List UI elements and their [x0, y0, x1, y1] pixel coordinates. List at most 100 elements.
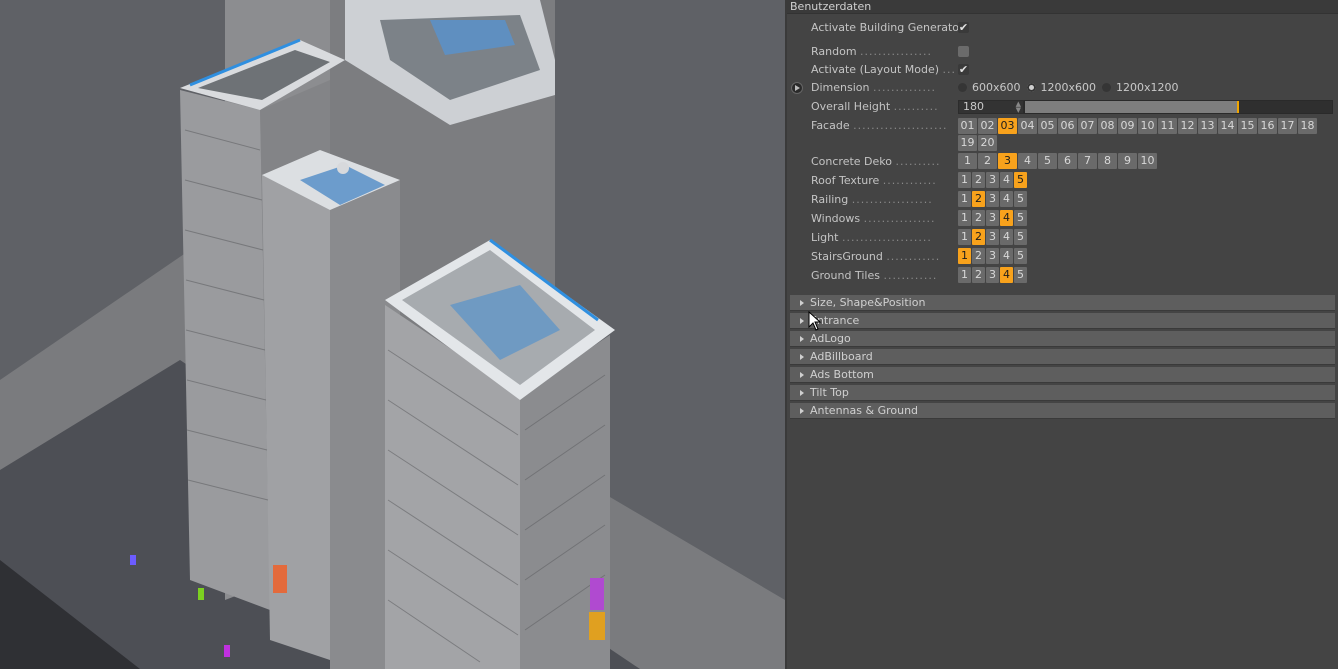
label-activate-layout-mode: Activate (Layout Mode) ....	[811, 63, 956, 76]
windows-option-3[interactable]: 3	[986, 210, 999, 226]
facade-option-08[interactable]: 08	[1098, 118, 1117, 134]
dimension-radio-1200x1200[interactable]	[1102, 83, 1112, 92]
stairs-ground-option-4[interactable]: 4	[1000, 248, 1013, 264]
overall-height-input[interactable]: 180 ▲ ▼	[958, 99, 1024, 114]
facade-option-19[interactable]: 19	[958, 135, 977, 151]
facade-option-11[interactable]: 11	[1158, 118, 1177, 134]
concrete-deko-option-4[interactable]: 4	[1018, 153, 1037, 169]
label-random: Random ................	[811, 45, 932, 58]
expand-triangle-icon[interactable]	[800, 389, 804, 396]
group-header-label: Tilt Top	[810, 386, 849, 399]
facade-option-05[interactable]: 05	[1038, 118, 1057, 134]
dimension-option-label[interactable]: 1200x1200	[1116, 81, 1179, 94]
overall-height-value: 180	[963, 100, 984, 113]
concrete-deko-option-7[interactable]: 7	[1078, 153, 1097, 169]
roof-texture-option-2[interactable]: 2	[972, 172, 985, 188]
light-option-4[interactable]: 4	[1000, 229, 1013, 245]
facade-option-17[interactable]: 17	[1278, 118, 1297, 134]
windows-option-1[interactable]: 1	[958, 210, 971, 226]
group-header[interactable]: Antennas & Ground	[790, 403, 1335, 419]
facade-option-06[interactable]: 06	[1058, 118, 1077, 134]
stairs-ground-option-5[interactable]: 5	[1014, 248, 1027, 264]
expand-triangle-icon[interactable]	[800, 317, 804, 324]
roof-texture-option-3[interactable]: 3	[986, 172, 999, 188]
facade-option-16[interactable]: 16	[1258, 118, 1277, 134]
facade-option-03[interactable]: 03	[998, 118, 1017, 134]
neon-sign-yellow	[589, 612, 605, 640]
facade-option-13[interactable]: 13	[1198, 118, 1217, 134]
facade-option-20[interactable]: 20	[978, 135, 997, 151]
random-checkbox[interactable]	[958, 46, 969, 57]
roof-texture-option-1[interactable]: 1	[958, 172, 971, 188]
light-option-5[interactable]: 5	[1014, 229, 1027, 245]
concrete-deko-option-5[interactable]: 5	[1038, 153, 1057, 169]
activate-layout-mode-checkbox[interactable]: ✔	[958, 64, 969, 75]
facade-option-10[interactable]: 10	[1138, 118, 1157, 134]
ground-tiles-option-1[interactable]: 1	[958, 267, 971, 283]
expand-triangle-icon[interactable]	[800, 371, 804, 378]
windows-option-4[interactable]: 4	[1000, 210, 1013, 226]
concrete-deko-option-1[interactable]: 1	[958, 153, 977, 169]
facade-option-01[interactable]: 01	[958, 118, 977, 134]
expand-triangle-icon[interactable]	[800, 407, 804, 414]
overall-height-slider[interactable]	[1024, 99, 1333, 114]
facade-option-04[interactable]: 04	[1018, 118, 1037, 134]
stairs-ground-option-1[interactable]: 1	[958, 248, 971, 264]
label-dimension: Dimension ..............	[811, 81, 936, 94]
stairs-ground-option-2[interactable]: 2	[972, 248, 985, 264]
expand-triangle-icon[interactable]	[800, 335, 804, 342]
spinner-arrows-icon[interactable]: ▲ ▼	[1016, 100, 1023, 113]
facade-option-12[interactable]: 12	[1178, 118, 1197, 134]
group-header-label: Antennas & Ground	[810, 404, 919, 417]
windows-option-2[interactable]: 2	[972, 210, 985, 226]
windows-option-5[interactable]: 5	[1014, 210, 1027, 226]
railing-option-3[interactable]: 3	[986, 191, 999, 207]
facade-option-14[interactable]: 14	[1218, 118, 1237, 134]
roof-texture-option-4[interactable]: 4	[1000, 172, 1013, 188]
concrete-deko-option-9[interactable]: 9	[1118, 153, 1137, 169]
dimension-radio-600x600[interactable]	[958, 83, 967, 92]
dimension-option-label[interactable]: 1200x600	[1041, 81, 1097, 94]
concrete-deko-option-3[interactable]: 3	[998, 153, 1017, 169]
light-button-group: 12345	[958, 229, 1028, 246]
railing-option-4[interactable]: 4	[1000, 191, 1013, 207]
ground-tiles-option-4[interactable]: 4	[1000, 267, 1013, 283]
group-header[interactable]: Ads Bottom	[790, 367, 1335, 383]
dimension-radio-1200x600[interactable]	[1026, 83, 1036, 92]
concrete-deko-option-10[interactable]: 10	[1138, 153, 1157, 169]
group-header[interactable]: Entrance	[790, 313, 1335, 329]
roof-texture-option-5[interactable]: 5	[1014, 172, 1027, 188]
ground-tiles-option-3[interactable]: 3	[986, 267, 999, 283]
facade-option-07[interactable]: 07	[1078, 118, 1097, 134]
keyframe-toggle-icon[interactable]	[791, 81, 803, 94]
facade-option-02[interactable]: 02	[978, 118, 997, 134]
street-sign	[130, 555, 136, 565]
concrete-deko-option-8[interactable]: 8	[1098, 153, 1117, 169]
dimension-option-label[interactable]: 600x600	[972, 81, 1021, 94]
row-dimension: Dimension .............. 600x600 1200x600…	[787, 79, 1338, 96]
railing-option-5[interactable]: 5	[1014, 191, 1027, 207]
3d-viewport[interactable]	[0, 0, 785, 669]
facade-option-18[interactable]: 18	[1298, 118, 1317, 134]
group-header[interactable]: AdLogo	[790, 331, 1335, 347]
ground-tiles-option-2[interactable]: 2	[972, 267, 985, 283]
slider-handle[interactable]	[1236, 100, 1239, 113]
expand-triangle-icon[interactable]	[800, 353, 804, 360]
concrete-deko-option-6[interactable]: 6	[1058, 153, 1077, 169]
ground-tiles-option-5[interactable]: 5	[1014, 267, 1027, 283]
facade-option-09[interactable]: 09	[1118, 118, 1137, 134]
group-header[interactable]: Size, Shape&Position	[790, 295, 1335, 311]
row-stairs-ground: StairsGround ............ 12345	[787, 248, 1338, 265]
group-header[interactable]: AdBillboard	[790, 349, 1335, 365]
light-option-1[interactable]: 1	[958, 229, 971, 245]
railing-option-1[interactable]: 1	[958, 191, 971, 207]
activate-building-generator-checkbox[interactable]: ✔	[958, 22, 969, 33]
light-option-2[interactable]: 2	[972, 229, 985, 245]
concrete-deko-option-2[interactable]: 2	[978, 153, 997, 169]
stairs-ground-option-3[interactable]: 3	[986, 248, 999, 264]
group-header[interactable]: Tilt Top	[790, 385, 1335, 401]
light-option-3[interactable]: 3	[986, 229, 999, 245]
railing-option-2[interactable]: 2	[972, 191, 985, 207]
expand-triangle-icon[interactable]	[800, 299, 804, 306]
facade-option-15[interactable]: 15	[1238, 118, 1257, 134]
